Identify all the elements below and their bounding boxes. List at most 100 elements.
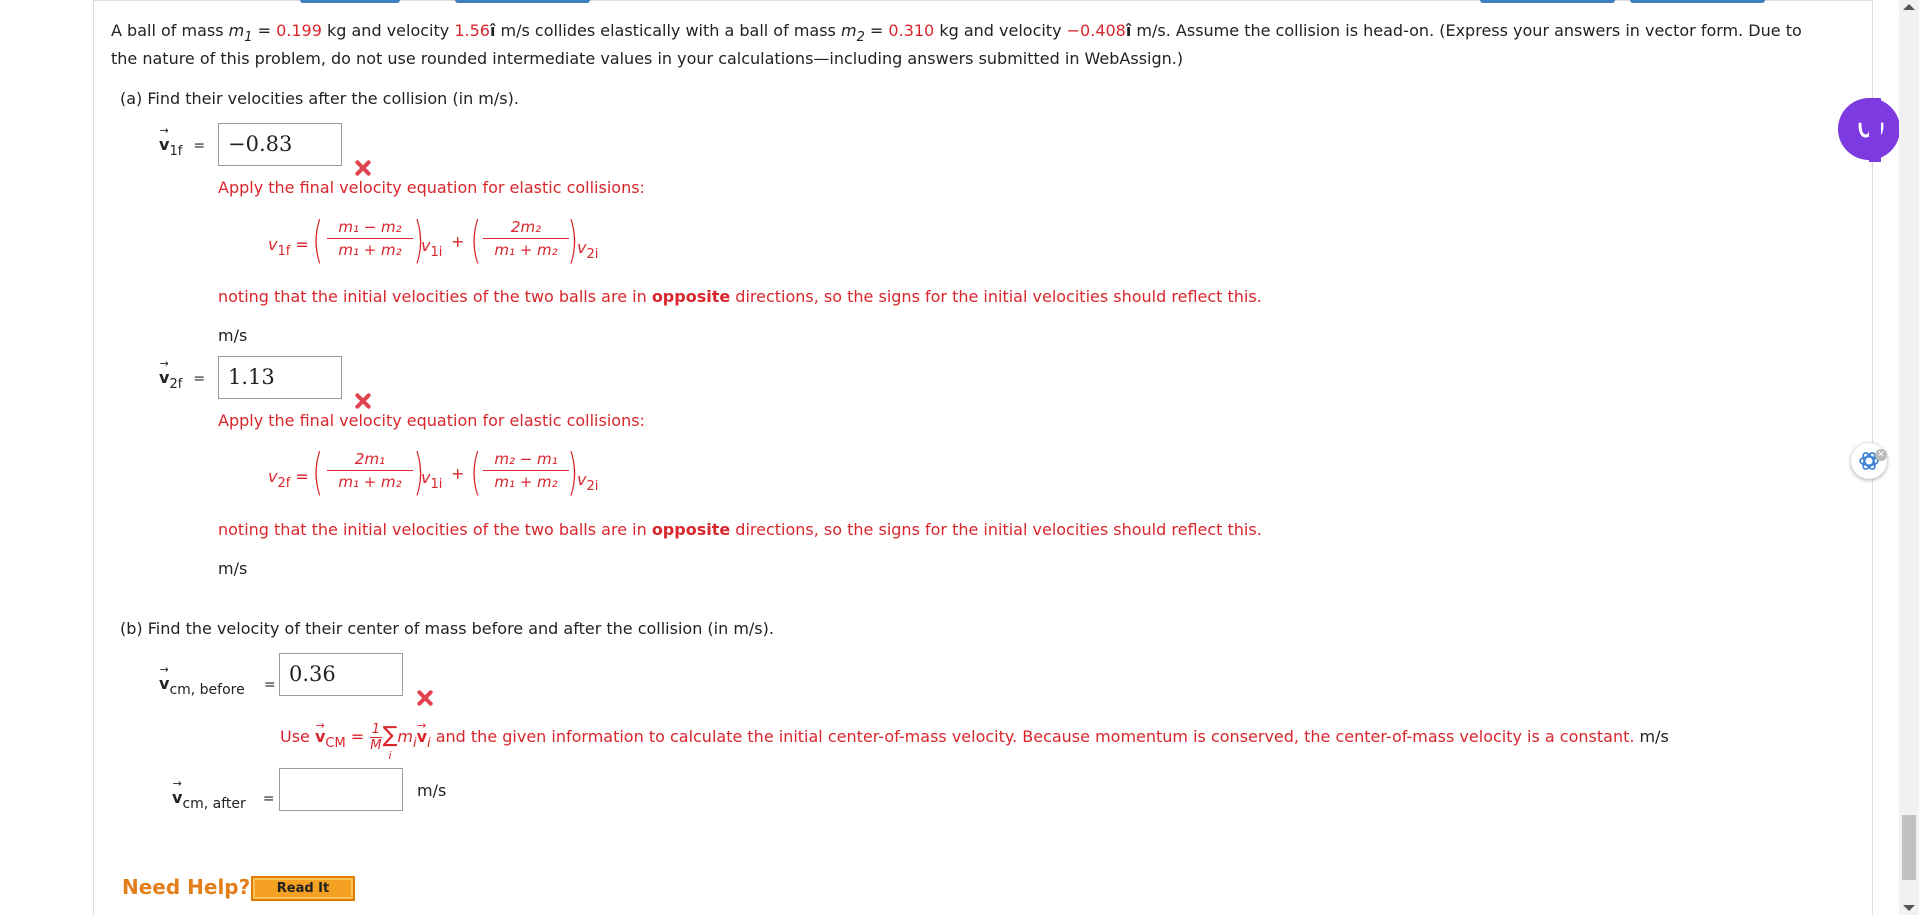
scrollbar-thumb[interactable] <box>1902 815 1916 880</box>
vcm-before-label: vcm, before = <box>159 663 276 698</box>
left-paren: ( <box>312 211 324 269</box>
equals-sign: = <box>193 371 206 387</box>
numerator: 2m₁ <box>354 450 386 468</box>
text: noting that the initial velocities of th… <box>218 287 652 306</box>
lhs-subscript: 1f <box>277 244 291 259</box>
v1f-term2: v2i <box>577 238 598 262</box>
m-symbol: m <box>397 727 413 746</box>
v-subscript: 1i <box>430 477 443 492</box>
vcm-before-answer-input[interactable]: 0.36 <box>279 653 403 696</box>
summation-symbol: ∑ i <box>382 723 398 763</box>
one-over-m-fraction: 1M <box>370 722 382 753</box>
vcm-after-answer-input[interactable] <box>279 768 403 811</box>
equals-sign: = <box>262 791 275 807</box>
v1f-symbol: v <box>159 124 170 154</box>
top-tab-middle[interactable] <box>455 0 590 3</box>
v-cm-symbol: v <box>315 716 326 747</box>
v2f-symbol: v <box>159 357 170 387</box>
equals-sign: = <box>345 727 370 746</box>
v2f-term1: v1i <box>421 468 442 492</box>
equals-sign: = <box>193 138 206 154</box>
denominator: M <box>370 738 382 753</box>
v1f-answer-input[interactable]: −0.83 <box>218 123 342 166</box>
numerator: 1 <box>371 722 381 737</box>
top-tab-right-2[interactable] <box>1630 0 1765 3</box>
emphasis: opposite <box>651 520 731 539</box>
vcm-after-unit: m/s <box>417 781 447 800</box>
text: and the given information to calculate t… <box>430 727 1635 746</box>
text: Use <box>280 727 315 746</box>
v2f-hint: Apply the final velocity equation for el… <box>218 411 645 430</box>
v1f-eq-lhs: v1f = <box>268 235 309 259</box>
part-a-prompt: (a) Find their velocities after the coll… <box>120 89 519 108</box>
cm-subscript: CM <box>325 736 346 751</box>
lhs-subscript: 2f <box>277 476 291 491</box>
text: A ball of mass <box>111 21 224 40</box>
left-paren: ( <box>470 443 482 501</box>
incorrect-x-icon <box>354 392 372 410</box>
read-it-button[interactable]: Read It <box>251 876 355 901</box>
v2-value: −0.408 <box>1066 21 1126 40</box>
v-subscript: 2i <box>586 247 599 262</box>
fraction-bar <box>483 470 569 471</box>
text: = <box>252 21 277 40</box>
v1f-subscript: 1f <box>169 144 183 159</box>
left-paren: ( <box>312 443 324 501</box>
text: m/s. Assume the collision is head-on. (E… <box>1131 21 1802 40</box>
scroll-up-arrow-icon[interactable] <box>1903 4 1915 10</box>
v2f-subscript: 2f <box>169 377 183 392</box>
m1-value: 0.199 <box>276 21 322 40</box>
plus-sign: + <box>451 232 465 251</box>
v2f-eq-lhs: v2f = <box>268 467 309 491</box>
denominator: m₁ + m₂ <box>338 241 402 259</box>
m2-value: 0.310 <box>888 21 935 40</box>
v2f-answer-input[interactable]: 1.13 <box>218 356 342 399</box>
m2-symbol: m <box>840 21 857 40</box>
v1f-label: v1f = <box>159 124 206 159</box>
m2-subscript: 2 <box>856 30 865 45</box>
v1f-note: noting that the initial velocities of th… <box>218 287 1262 307</box>
text: noting that the initial velocities of th… <box>218 520 652 539</box>
denominator: m₁ + m₂ <box>494 241 558 259</box>
denominator: m₁ + m₂ <box>338 473 402 491</box>
denominator: m₁ + m₂ <box>494 473 558 491</box>
text: kg and velocity <box>934 21 1067 40</box>
top-tab-left[interactable] <box>300 0 400 3</box>
vcm-after-label: vcm, after = <box>172 777 275 812</box>
v-subscript: 1i <box>430 245 443 260</box>
vcm-symbol: v <box>159 663 170 693</box>
text: m/s collides elastically with a ball of … <box>495 21 841 40</box>
plus-sign: + <box>451 464 465 483</box>
incorrect-x-icon <box>354 159 372 177</box>
v1f-fraction-2: 2m₂ m₁ + m₂ <box>483 218 569 259</box>
vcm-hint: Use vCM = 1M∑imivi and the given informa… <box>280 716 1669 763</box>
vcm-before-unit: m/s <box>1639 727 1669 746</box>
close-icon[interactable]: ✕ <box>1875 449 1887 461</box>
v2f-note: noting that the initial velocities of th… <box>218 520 1262 540</box>
v2f-fraction-2: m₂ − m₁ m₁ + m₂ <box>483 450 569 491</box>
vcm-after-subscript: cm, after <box>182 796 246 812</box>
left-paren: ( <box>470 211 482 269</box>
scroll-down-arrow-icon[interactable] <box>1903 905 1915 911</box>
top-tab-right-1[interactable] <box>1480 0 1615 3</box>
v2f-term2: v2i <box>577 470 598 494</box>
text: kg and velocity <box>321 21 455 40</box>
sigma-subscript: i <box>388 749 392 762</box>
numerator: m₂ − m₁ <box>494 450 558 468</box>
scrollbar-track[interactable] <box>1899 0 1919 915</box>
vcm-symbol: v <box>172 777 183 807</box>
v-subscript: i <box>427 736 431 751</box>
part-b-prompt: (b) Find the velocity of their center of… <box>120 619 774 638</box>
v1f-unit: m/s <box>218 326 248 345</box>
numerator: m₁ − m₂ <box>338 218 402 236</box>
m1-subscript: 1 <box>244 30 253 45</box>
v-i-symbol: v <box>417 716 428 747</box>
sigma: ∑ <box>382 723 398 748</box>
v1f-fraction-1: m₁ − m₂ m₁ + m₂ <box>327 218 413 259</box>
problem-statement-line1: A ball of mass m1 = 0.199 kg and velocit… <box>111 21 1802 45</box>
text: directions, so the signs for the initial… <box>730 287 1262 306</box>
vcm-before-subscript: cm, before <box>169 682 245 698</box>
assistant-tab <box>1869 98 1881 162</box>
m1-symbol: m <box>228 21 245 40</box>
emphasis: opposite <box>651 287 731 306</box>
